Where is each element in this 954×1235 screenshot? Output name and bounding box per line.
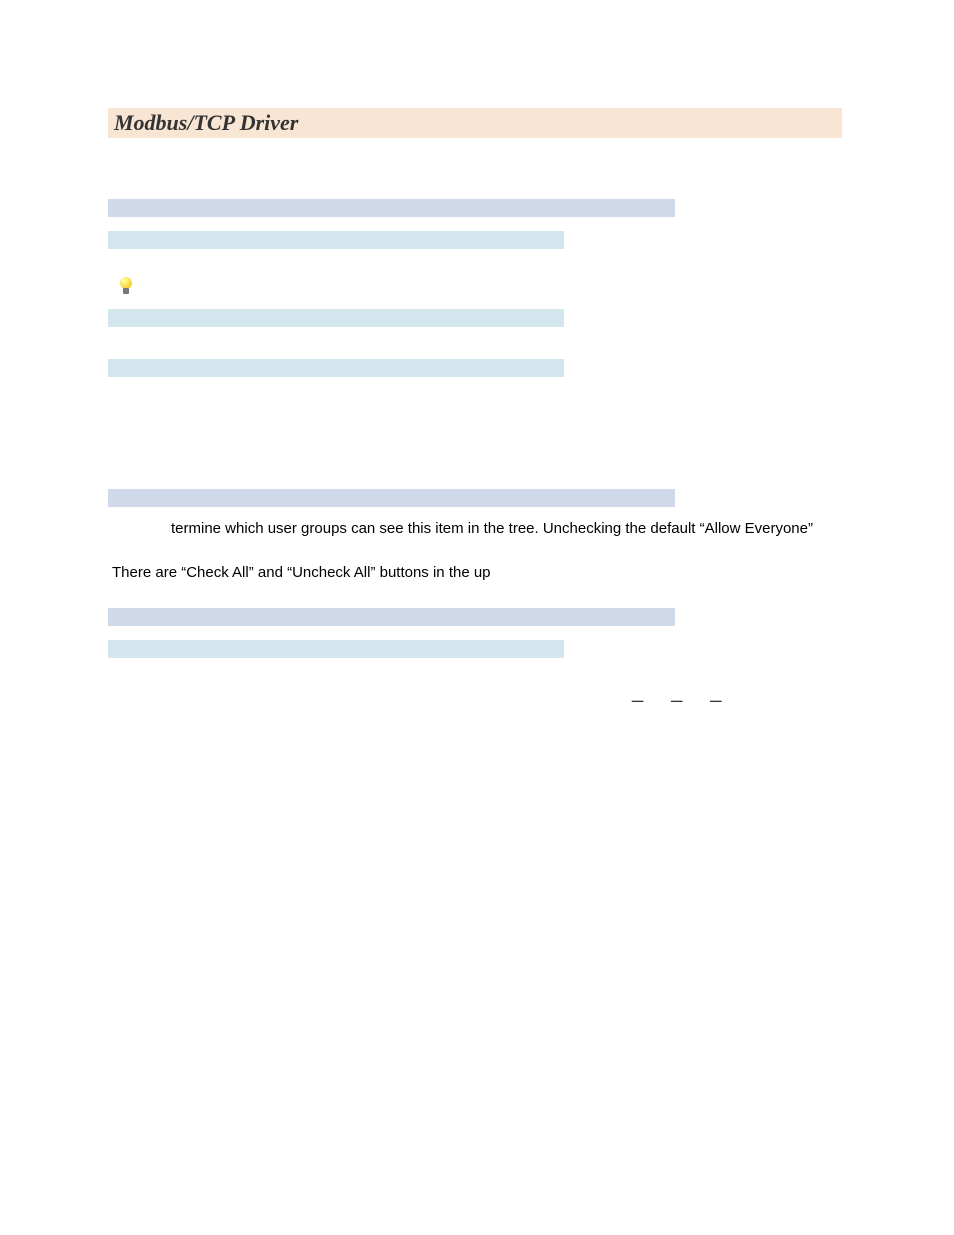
section-title: Modbus/TCP Driver <box>108 108 842 138</box>
section-title-text: Modbus/TCP Driver <box>114 110 298 135</box>
body-line-2: There are “Check All” and “Uncheck All” … <box>112 563 491 583</box>
heading-band-3 <box>108 608 675 626</box>
body-line-1: termine which user groups can see this i… <box>171 519 813 539</box>
subheading-band-3 <box>108 359 564 377</box>
underscore-marks: ___ <box>632 681 749 704</box>
subheading-band-1 <box>108 231 564 249</box>
subheading-band-4 <box>108 640 564 658</box>
subheading-band-2 <box>108 309 564 327</box>
heading-band-1 <box>108 199 675 217</box>
heading-band-2 <box>108 489 675 507</box>
lightbulb-icon <box>117 277 135 297</box>
document-page: Modbus/TCP Driver termine which user gro… <box>0 0 954 1235</box>
